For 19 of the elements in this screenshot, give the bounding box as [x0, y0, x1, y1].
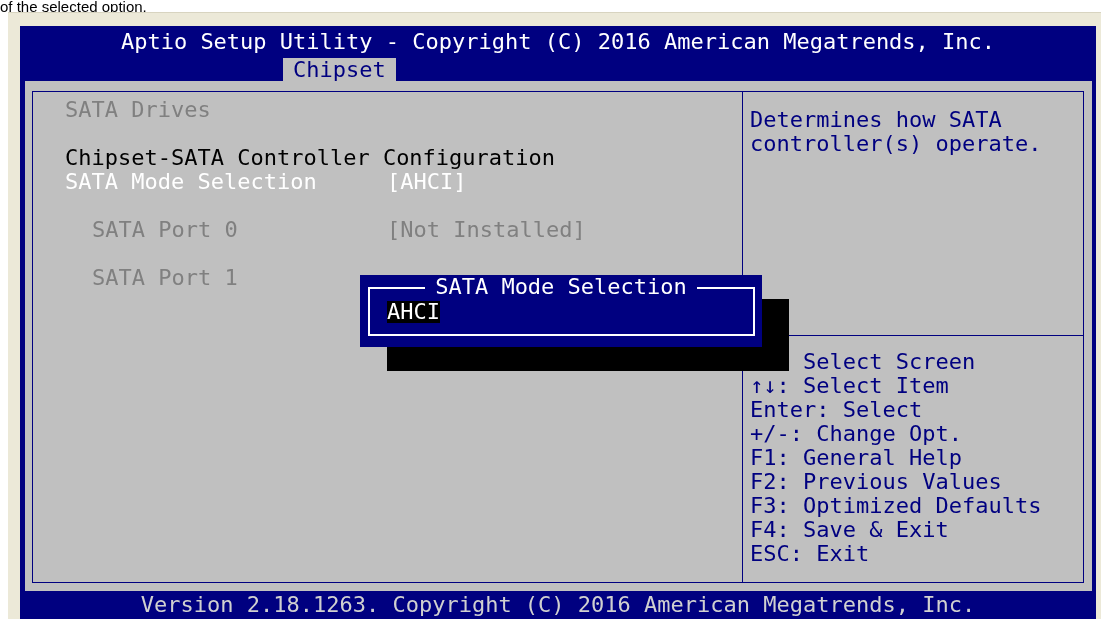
- key-hint: F1: General Help: [750, 446, 963, 470]
- key-hint: +/-: Change Opt.: [750, 422, 963, 446]
- key-hint: F2: Previous Values: [750, 470, 1003, 494]
- tab[interactable]: Chipset: [283, 58, 396, 81]
- setting-value[interactable]: [AHCI]: [387, 170, 467, 194]
- info-label: SATA Drives: [65, 98, 212, 122]
- key-hint: F4: Save & Exit: [750, 518, 950, 542]
- key-hint: ↑↓: Select Item: [750, 374, 950, 398]
- section-heading: Chipset-SATA Controller Configuration: [65, 146, 557, 170]
- help-description: Determines how SATA controller(s) operate.: [750, 108, 1043, 156]
- document-text: of the selected option.: [0, 0, 147, 13]
- key-hint: ESC: Exit: [750, 542, 871, 566]
- popup-option[interactable]: AHCI: [387, 301, 440, 323]
- setting-label[interactable]: SATA Mode Selection: [65, 170, 387, 194]
- key-hint: Select Screen: [801, 350, 977, 374]
- window-title: Aptio Setup Utility - Copyright (C) 2016 American Megatrends, Inc.: [120, 30, 996, 54]
- footer-text: Version 2.18.1263. Copyright (C) 2016 American Megatrends, Inc.: [140, 592, 976, 617]
- key-hint: Enter: Select: [750, 398, 924, 422]
- key-hint: F3: Optimized Defaults: [750, 494, 1043, 518]
